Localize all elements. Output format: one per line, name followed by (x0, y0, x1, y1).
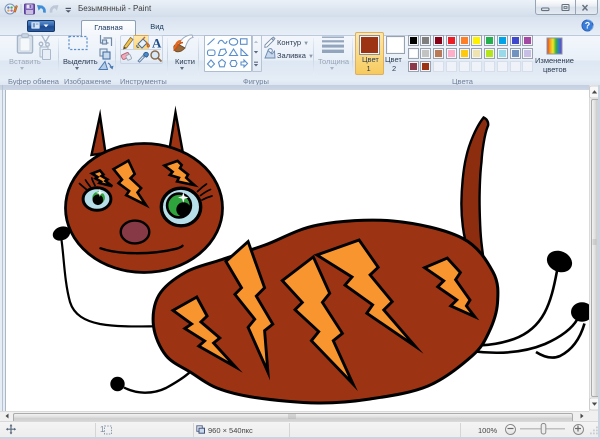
svg-text:?: ? (585, 21, 591, 31)
svg-text:1: 1 (100, 425, 105, 434)
svg-text:A: A (152, 36, 162, 51)
